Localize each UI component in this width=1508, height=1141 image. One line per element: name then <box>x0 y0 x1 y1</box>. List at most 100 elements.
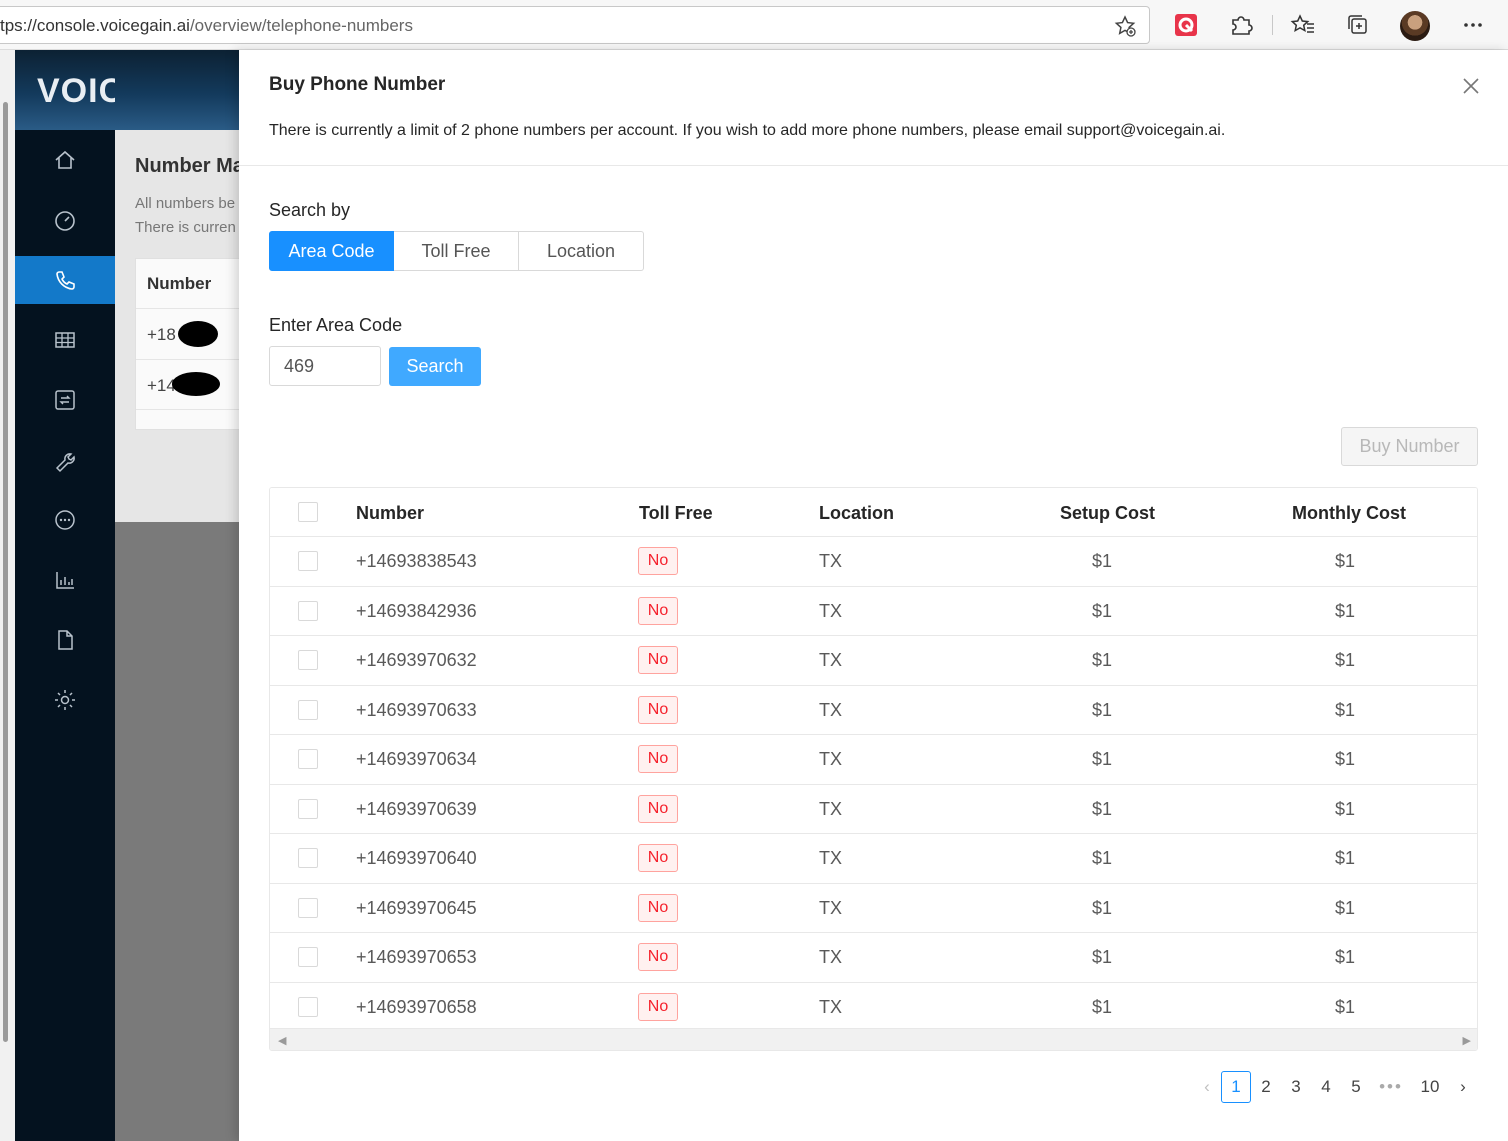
scroll-right-icon[interactable]: ▶ <box>1463 1034 1471 1047</box>
extension-red-icon[interactable] <box>1173 12 1199 38</box>
table-row[interactable]: +14693970639 No TX $1 $1 <box>270 785 1477 834</box>
location-cell: TX <box>819 848 843 868</box>
tab-toll-free[interactable]: Toll Free <box>394 231 519 271</box>
table-row[interactable]: +14693970633 No TX $1 $1 <box>270 686 1477 735</box>
wrench-icon[interactable] <box>52 447 78 473</box>
pagination-next[interactable]: › <box>1453 1071 1473 1103</box>
setup-cost-cell: $1 <box>1092 600 1113 621</box>
table-row[interactable]: +14693970658 No TX $1 $1 <box>270 983 1477 1032</box>
phone-icon[interactable] <box>52 267 78 293</box>
setup-cost-cell: $1 <box>1092 947 1113 967</box>
row-checkbox[interactable] <box>298 699 318 720</box>
location-cell: TX <box>819 798 843 819</box>
redaction-mark <box>178 321 218 347</box>
home-icon[interactable] <box>52 147 78 173</box>
available-numbers-table: Number Toll Free Location Setup Cost Mon… <box>269 487 1478 1051</box>
monthly-cost-cell: $1 <box>1335 699 1356 720</box>
buy-number-button[interactable]: Buy Number <box>1341 427 1478 466</box>
toll-free-tag: No <box>638 646 678 674</box>
row-checkbox[interactable] <box>298 996 318 1017</box>
location-cell: TX <box>819 650 843 670</box>
column-header-setup-cost: Setup Cost <box>1060 503 1156 523</box>
pagination-page-2[interactable]: 2 <box>1255 1071 1277 1103</box>
add-favorite-icon[interactable] <box>1113 14 1137 38</box>
monthly-cost-cell: $1 <box>1335 848 1356 868</box>
table-row[interactable]: +14693970632 No TX $1 $1 <box>270 636 1477 686</box>
phone-number-cell: +14693970639 <box>356 798 477 819</box>
table-row[interactable]: +14693838543 No TX $1 $1 <box>270 537 1477 587</box>
setup-cost-cell: $1 <box>1092 699 1113 720</box>
scroll-left-icon[interactable]: ◀ <box>278 1034 286 1047</box>
row-checkbox[interactable] <box>298 947 318 967</box>
row-checkbox[interactable] <box>298 551 318 571</box>
chat-icon[interactable] <box>52 507 78 533</box>
area-code-input[interactable] <box>269 346 381 386</box>
location-cell: TX <box>819 897 843 918</box>
row-checkbox[interactable] <box>298 749 318 769</box>
address-bar[interactable]: tps://console.voicegain.ai/overview/tele… <box>0 6 1150 44</box>
table-row[interactable]: +14693970640 No TX $1 $1 <box>270 834 1477 884</box>
row-checkbox[interactable] <box>298 600 318 621</box>
row-checkbox[interactable] <box>298 897 318 918</box>
page-description: All numbers be <box>135 195 236 212</box>
dashboard-icon[interactable] <box>52 207 78 233</box>
table-row[interactable]: +14693970634 No TX $1 $1 <box>270 735 1477 785</box>
file-icon[interactable] <box>52 627 78 653</box>
browser-toolbar: tps://console.voicegain.ai/overview/tele… <box>0 0 1508 50</box>
favorites-icon[interactable] <box>1290 12 1316 38</box>
search-by-label: Search by <box>269 200 351 220</box>
pagination-page-1[interactable]: 1 <box>1221 1071 1251 1103</box>
table-header: Number Toll Free Location Setup Cost Mon… <box>270 488 1477 537</box>
phone-number-cell: +14693970634 <box>356 749 477 769</box>
table-icon[interactable] <box>52 327 78 353</box>
search-button[interactable]: Search <box>389 347 481 386</box>
collections-icon[interactable] <box>1345 12 1371 38</box>
row-checkbox[interactable] <box>298 848 318 868</box>
profile-avatar[interactable] <box>1400 11 1430 41</box>
monthly-cost-cell: $1 <box>1335 996 1356 1017</box>
toll-free-tag: No <box>638 695 678 724</box>
toll-free-tag: No <box>638 893 678 922</box>
area-code-label: Enter Area Code <box>269 315 403 335</box>
table-horizontal-scrollbar[interactable]: ◀ ▶ <box>270 1028 1477 1050</box>
column-header-number: Number <box>147 274 212 293</box>
puzzle-icon[interactable] <box>1228 12 1254 38</box>
table-row[interactable]: +14693842936 No TX $1 $1 <box>270 587 1477 636</box>
pagination-page-last[interactable]: 10 <box>1415 1071 1445 1103</box>
tab-area-code[interactable]: Area Code <box>269 231 394 271</box>
pagination-page-4[interactable]: 4 <box>1315 1071 1337 1103</box>
bar-chart-icon[interactable] <box>52 567 78 593</box>
pagination-page-3[interactable]: 3 <box>1285 1071 1307 1103</box>
row-checkbox[interactable] <box>298 650 318 670</box>
toll-free-tag: No <box>638 596 678 625</box>
pagination-ellipsis[interactable]: ••• <box>1376 1071 1406 1103</box>
column-header-toll-free: Toll Free <box>639 503 713 523</box>
scrollbar-thumb[interactable] <box>3 102 8 1042</box>
setup-cost-cell: $1 <box>1092 996 1113 1017</box>
select-all-checkbox[interactable] <box>298 502 318 522</box>
location-cell: TX <box>819 600 843 621</box>
gear-icon[interactable] <box>52 687 78 713</box>
more-icon[interactable] <box>1460 12 1486 38</box>
table-row[interactable]: +14693970645 No TX $1 $1 <box>270 884 1477 933</box>
toolbar-separator <box>1272 15 1273 35</box>
location-cell: TX <box>819 996 843 1017</box>
limit-notice: There is currently a limit of 2 phone nu… <box>269 122 1226 139</box>
page-title: Number Ma <box>135 155 244 177</box>
monthly-cost-cell: $1 <box>1335 749 1356 769</box>
pagination-page-5[interactable]: 5 <box>1345 1071 1367 1103</box>
transfer-icon[interactable] <box>52 387 78 413</box>
table-row[interactable]: +14693970653 No TX $1 $1 <box>270 933 1477 983</box>
setup-cost-cell: $1 <box>1092 749 1113 769</box>
close-icon[interactable] <box>1461 76 1481 96</box>
pagination-prev[interactable]: ‹ <box>1197 1071 1217 1103</box>
row-checkbox[interactable] <box>298 798 318 819</box>
phone-number-cell: +14693842936 <box>356 600 477 621</box>
phone-number-cell: +14693970658 <box>356 996 477 1017</box>
monthly-cost-cell: $1 <box>1335 897 1356 918</box>
app-header <box>115 50 245 130</box>
tab-location[interactable]: Location <box>519 231 644 271</box>
setup-cost-cell: $1 <box>1092 798 1113 819</box>
page-scrollbar[interactable] <box>0 50 15 1141</box>
column-header-monthly-cost: Monthly Cost <box>1292 503 1406 523</box>
